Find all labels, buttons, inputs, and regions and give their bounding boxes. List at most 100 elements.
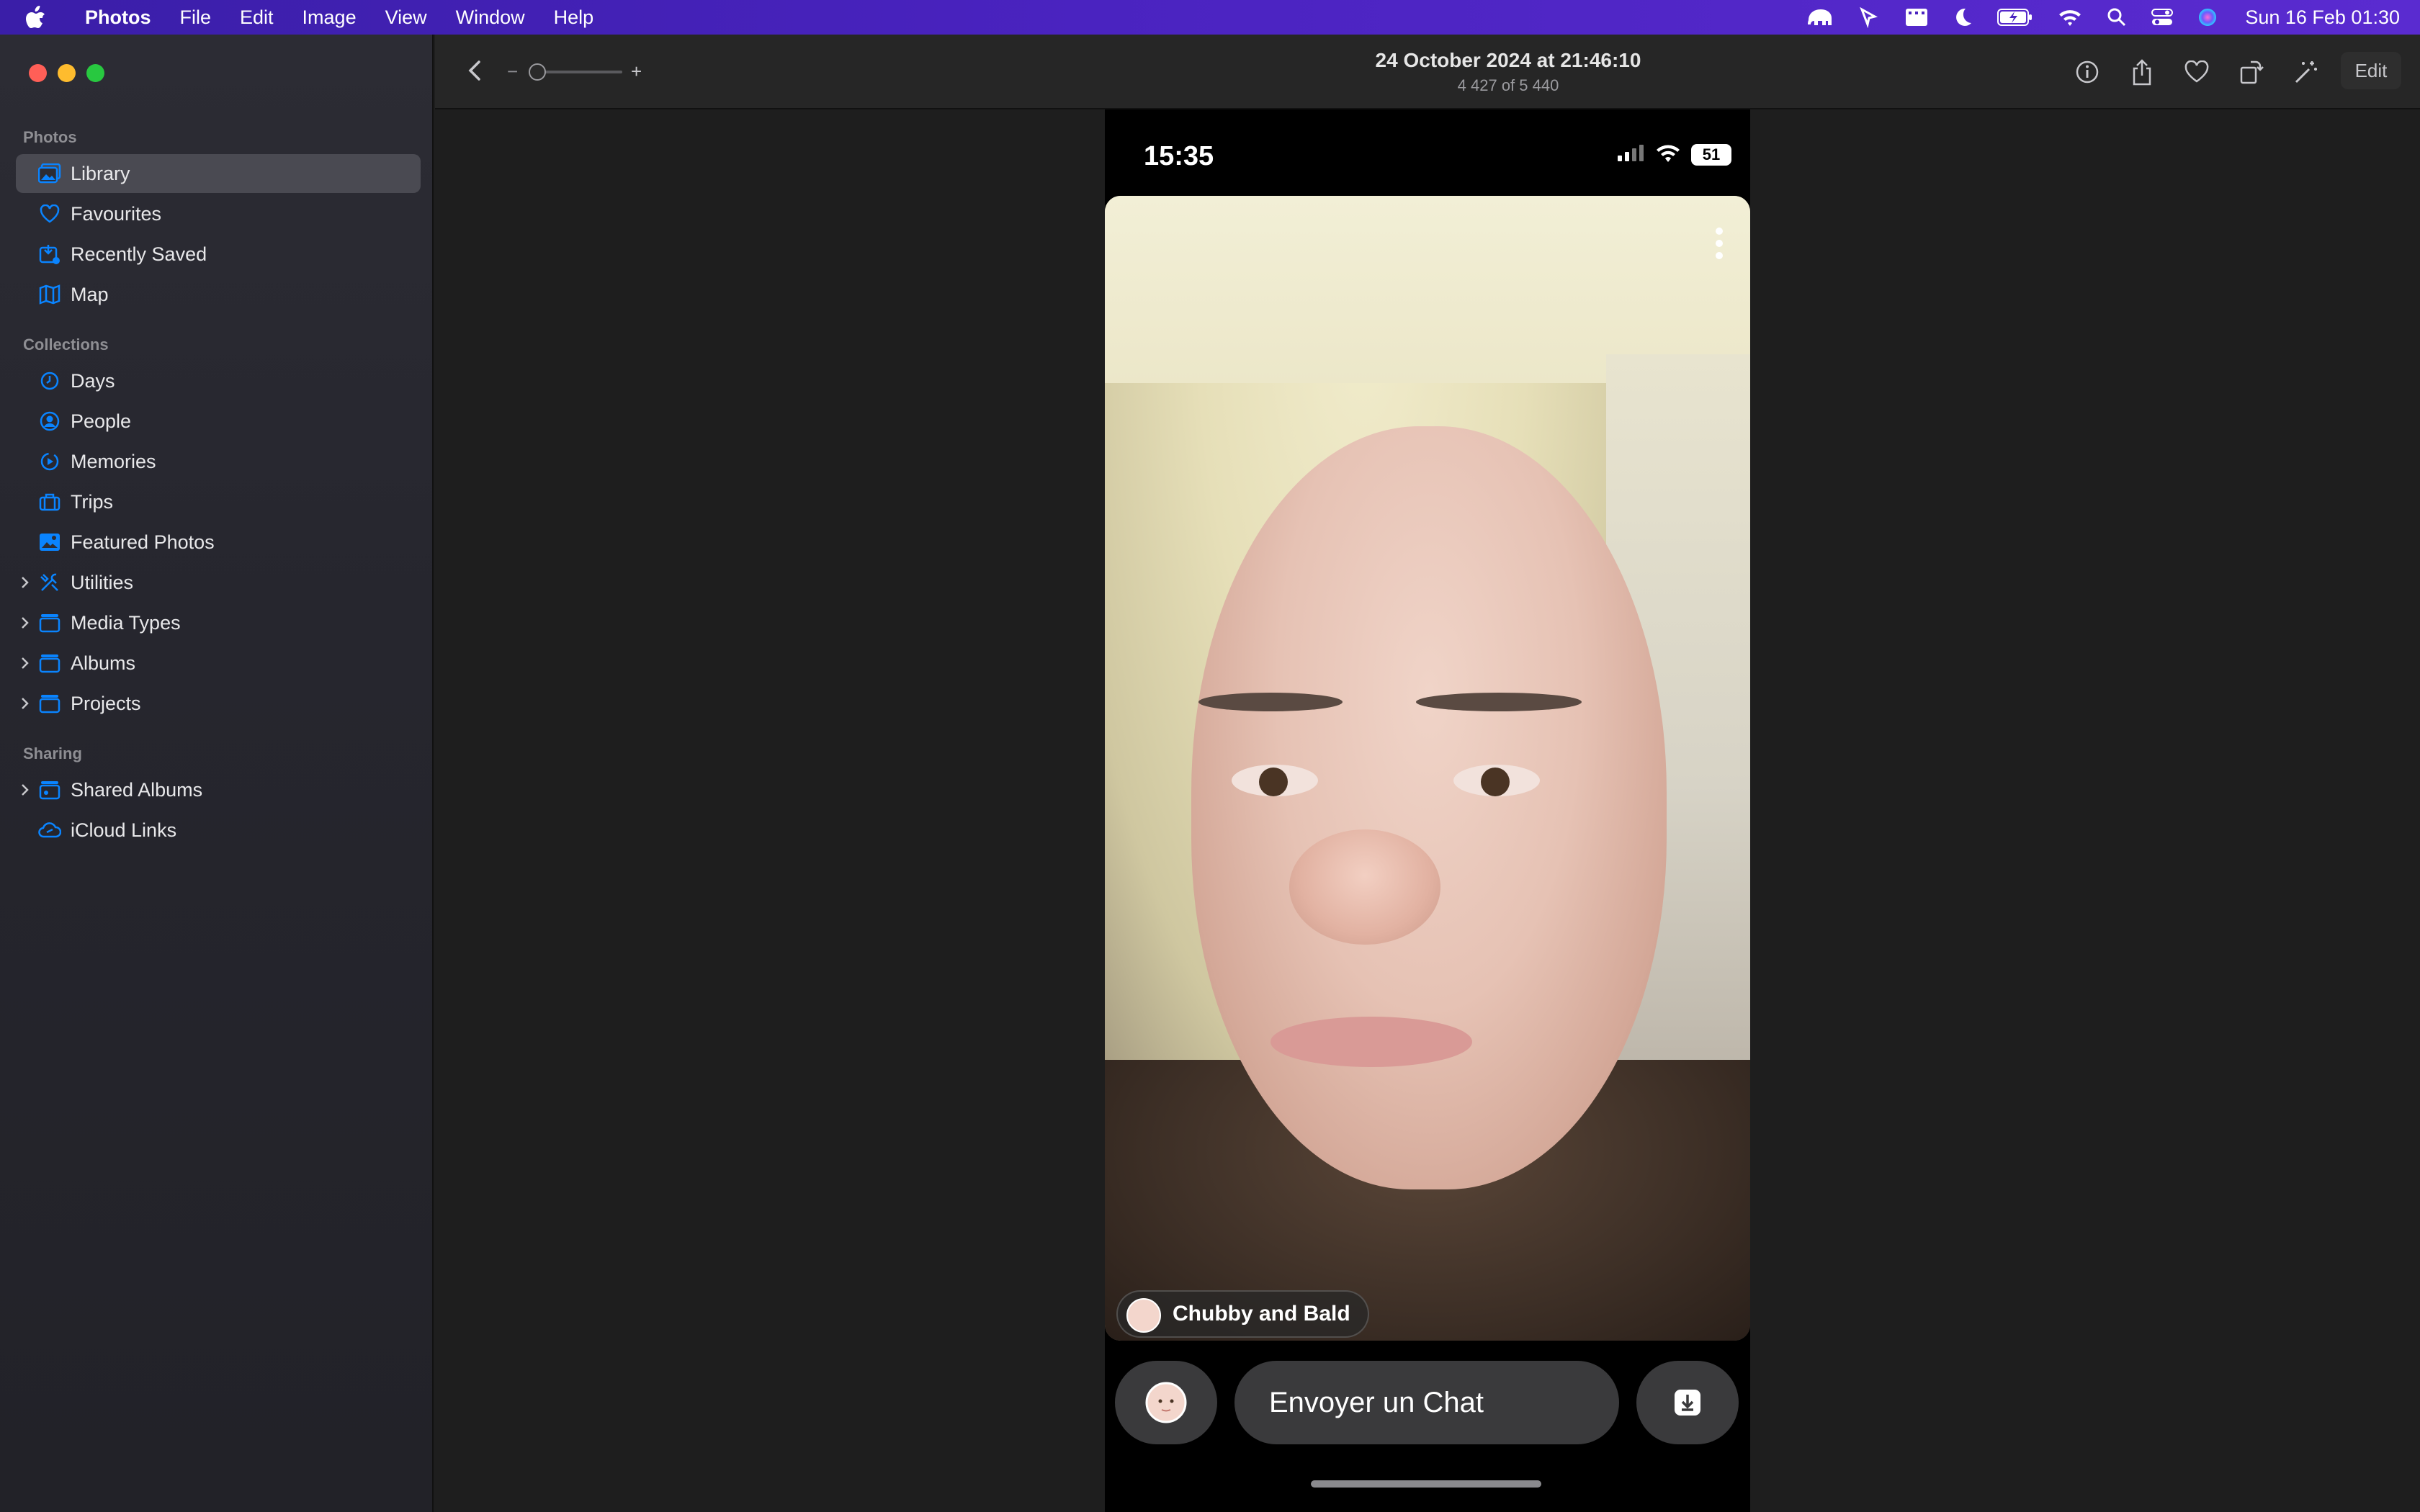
sidebar-item-featured-photos[interactable]: Featured Photos xyxy=(16,523,421,562)
sidebar-item-days[interactable]: Days xyxy=(16,361,421,400)
zoom-slider[interactable]: − + xyxy=(507,59,651,84)
cellular-signal-icon xyxy=(1618,144,1645,165)
library-icon xyxy=(37,161,62,186)
snap-bottom-bar: Envoyer un Chat xyxy=(1105,1348,1750,1449)
clock-icon xyxy=(37,369,62,393)
photo-viewer[interactable]: 15:35 51 Chubby and Bald Envoyer un Chat xyxy=(1105,109,1750,1512)
lens-name: Chubby and Bald xyxy=(1173,1302,1350,1326)
rotate-icon[interactable] xyxy=(2236,56,2267,88)
menu-view[interactable]: View xyxy=(371,0,442,35)
chevron-right-icon[interactable] xyxy=(20,770,35,809)
photo-date-title: 24 October 2024 at 21:46:10 xyxy=(1375,49,1641,71)
memories-icon xyxy=(37,449,62,474)
sidebar-item-label: iCloud Links xyxy=(71,819,177,841)
apple-menu-icon[interactable] xyxy=(26,0,59,35)
app-menu[interactable]: Photos xyxy=(71,0,166,35)
snap-photo: Chubby and Bald xyxy=(1105,196,1750,1341)
bitmoji-button[interactable] xyxy=(1115,1361,1217,1444)
photo-nose xyxy=(1289,829,1440,945)
lens-avatar-icon xyxy=(1126,1298,1161,1333)
menu-window[interactable]: Window xyxy=(442,0,539,35)
phone-status-time: 15:35 xyxy=(1144,141,1214,171)
edit-button[interactable]: Edit xyxy=(2341,52,2401,89)
sidebar-item-map[interactable]: Map xyxy=(16,275,421,314)
sidebar-item-trips[interactable]: Trips xyxy=(16,482,421,521)
photo-right-brow xyxy=(1416,693,1582,711)
menu-image[interactable]: Image xyxy=(288,0,371,35)
photo-lips xyxy=(1270,1017,1472,1067)
zoom-track[interactable] xyxy=(533,71,622,73)
photo-right-eye xyxy=(1453,765,1540,796)
utilities-icon xyxy=(37,570,62,595)
menu-edit[interactable]: Edit xyxy=(225,0,288,35)
photo-position: 4 427 of 5 440 xyxy=(1457,76,1559,94)
info-icon[interactable] xyxy=(2071,56,2103,88)
shared-album-icon xyxy=(37,778,62,802)
chevron-right-icon[interactable] xyxy=(20,644,35,683)
photo-left-brow xyxy=(1198,693,1343,711)
wifi-icon[interactable] xyxy=(2058,8,2082,27)
download-icon xyxy=(1675,1390,1700,1416)
share-icon[interactable] xyxy=(2126,56,2158,88)
photo-info: 24 October 2024 at 21:46:10 4 427 of 5 4… xyxy=(1184,49,1832,95)
zoom-out-icon[interactable]: − xyxy=(507,59,518,84)
moon-icon[interactable] xyxy=(1953,7,1973,27)
sidebar-item-label: Trips xyxy=(71,490,113,513)
sidebar-item-projects[interactable]: Projects xyxy=(16,684,421,723)
sidebar-item-albums[interactable]: Albums xyxy=(16,644,421,683)
cursor-tool-icon[interactable] xyxy=(1859,6,1881,28)
sidebar-item-label: Shared Albums xyxy=(71,778,203,801)
favourite-heart-icon[interactable] xyxy=(2181,56,2213,88)
menu-file[interactable]: File xyxy=(166,0,226,35)
sidebar-item-label: Media Types xyxy=(71,611,181,634)
save-button[interactable] xyxy=(1636,1361,1739,1444)
sidebar-item-people[interactable]: People xyxy=(16,402,421,441)
section-label-collections: Collections xyxy=(23,336,109,354)
sidebar-item-recently-saved[interactable]: Recently Saved xyxy=(16,235,421,274)
sidebar-item-label: Albums xyxy=(71,652,136,674)
auto-enhance-icon[interactable] xyxy=(2290,56,2322,88)
sidebar-item-media-types[interactable]: Media Types xyxy=(16,603,421,642)
sidebar-item-icloud-links[interactable]: iCloud Links xyxy=(16,811,421,850)
sidebar-item-favourites[interactable]: Favourites xyxy=(16,194,421,233)
phone-wifi-icon xyxy=(1655,143,1681,166)
photos-window: Photos Library Favourites Recently Saved… xyxy=(0,35,2420,1512)
siri-icon[interactable] xyxy=(2197,7,2218,27)
control-center-icon[interactable] xyxy=(2151,8,2174,27)
sidebar-item-label: Memories xyxy=(71,450,156,472)
menu-help[interactable]: Help xyxy=(539,0,609,35)
fullscreen-window-button[interactable] xyxy=(86,64,104,82)
battery-icon[interactable] xyxy=(1997,8,2033,27)
folder-icon xyxy=(37,691,62,716)
elephant-icon[interactable] xyxy=(1806,6,1834,29)
lens-chip[interactable]: Chubby and Bald xyxy=(1116,1290,1369,1338)
sidebar-item-label: Days xyxy=(71,369,115,392)
photo-left-eye xyxy=(1232,765,1318,796)
chevron-right-icon[interactable] xyxy=(20,684,35,723)
sidebar-item-label: Projects xyxy=(71,692,141,714)
chevron-right-icon[interactable] xyxy=(20,603,35,642)
more-options-icon[interactable] xyxy=(1716,228,1723,259)
zoom-in-icon[interactable]: + xyxy=(631,59,642,84)
zoom-knob[interactable] xyxy=(529,63,546,81)
back-button[interactable] xyxy=(461,56,490,85)
sidebar-item-label: People xyxy=(71,410,132,432)
minimize-window-button[interactable] xyxy=(58,64,76,82)
section-label-photos: Photos xyxy=(23,128,77,146)
send-chat-input[interactable]: Envoyer un Chat xyxy=(1234,1361,1619,1444)
search-icon[interactable] xyxy=(2107,7,2127,27)
folder-icon xyxy=(37,611,62,635)
sidebar: Photos Library Favourites Recently Saved… xyxy=(0,35,434,1512)
chevron-right-icon[interactable] xyxy=(20,563,35,602)
sidebar-item-library[interactable]: Library xyxy=(16,154,421,193)
film-icon[interactable] xyxy=(1905,8,1928,27)
sidebar-item-label: Utilities xyxy=(71,571,134,593)
close-window-button[interactable] xyxy=(29,64,47,82)
menu-bar: Photos File Edit Image View Window Help … xyxy=(0,0,2420,35)
bitmoji-avatar-icon xyxy=(1145,1382,1187,1423)
menubar-clock[interactable]: Sun 16 Feb 01:30 xyxy=(2245,6,2400,29)
toolbar: − + 24 October 2024 at 21:46:10 4 427 of… xyxy=(435,35,2420,109)
sidebar-item-utilities[interactable]: Utilities xyxy=(16,563,421,602)
sidebar-item-shared-albums[interactable]: Shared Albums xyxy=(16,770,421,809)
sidebar-item-memories[interactable]: Memories xyxy=(16,442,421,481)
